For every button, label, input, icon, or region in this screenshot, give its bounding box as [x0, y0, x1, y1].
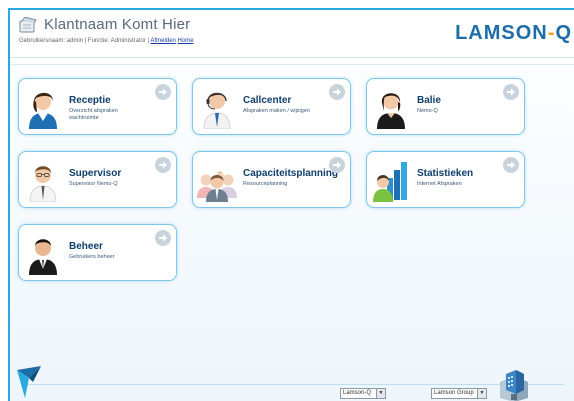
tile-balie[interactable]: Balie Nemo-Q: [366, 78, 525, 135]
logo-main: LAMSON: [455, 22, 548, 44]
logout-link[interactable]: Afmelden: [151, 38, 176, 44]
header-divider: [10, 64, 574, 65]
tile-subtitle: Internet Afspraken: [417, 181, 462, 187]
tile-subtitle: Resourceplanning: [243, 181, 288, 187]
tile-title: Capaciteitsplanning: [243, 168, 339, 179]
headset-agent-icon: [203, 92, 231, 129]
tile-subtitle: Afspraken maken / wijzigen: [243, 108, 310, 114]
group-select-value: Lamson Group: [434, 390, 474, 396]
tile-title: Supervisor: [69, 168, 122, 179]
supervisor-man-icon: [29, 166, 57, 202]
arrow-right-icon[interactable]: [329, 84, 345, 100]
tile-subtitle: Nemo-Q: [417, 108, 438, 114]
tile-title: Statistieken: [417, 168, 474, 179]
product-select-value: Lamson-Q: [343, 390, 372, 396]
arrow-right-icon[interactable]: [155, 84, 171, 100]
tile-subtitle: Gebruikers beheer: [69, 254, 115, 260]
tile-title: Beheer: [69, 241, 103, 252]
tile-capaciteitsplanning[interactable]: Capaciteitsplanning Resourceplanning: [192, 151, 351, 208]
arrow-right-icon[interactable]: [155, 230, 171, 246]
arrow-right-icon[interactable]: [503, 84, 519, 100]
tile-supervisor[interactable]: Supervisor Supervisor Nemo-Q: [18, 151, 177, 208]
app-frame: Klantnaam Komt Hier Gebruikersnaam: admi…: [8, 8, 574, 401]
tile-title: Balie: [417, 95, 441, 106]
woman-desk-icon: [377, 93, 405, 129]
group-people-icon: [197, 171, 237, 202]
tile-subtitle: Supervisor Nemo-Q: [69, 181, 118, 187]
user-info-text: Gebruikersnaam: admin | Functie: Adminis…: [19, 38, 150, 44]
header: Klantnaam Komt Hier Gebruikersnaam: admi…: [10, 10, 574, 58]
tile-statistieken[interactable]: Statistieken Internet Afspraken: [366, 151, 525, 208]
arrow-right-icon[interactable]: [329, 157, 345, 173]
notebook-icon: [19, 17, 37, 33]
tile-title: Callcenter: [243, 95, 292, 106]
tile-callcenter[interactable]: Callcenter Afspraken maken / wijzigen: [192, 78, 351, 135]
office-building-icon: [500, 370, 528, 401]
chart-person-icon: [373, 162, 407, 202]
woman-receptionist-icon: [29, 92, 57, 129]
client-title: Klantnaam Komt Hier: [44, 16, 191, 33]
lamson-logo: LAMSON-Q: [455, 22, 572, 45]
logo-q: Q: [555, 22, 572, 44]
chevron-down-icon[interactable]: ▼: [376, 389, 385, 398]
lamson-bird-icon: [17, 366, 41, 398]
tile-receptie[interactable]: Receptie Overzicht afspraken wachtruimte: [18, 78, 177, 135]
arrow-right-icon[interactable]: [503, 157, 519, 173]
tile-beheer[interactable]: Beheer Gebruikers beheer: [18, 224, 177, 281]
tile-subtitle: Overzicht afspraken wachtruimte: [69, 108, 118, 121]
footer-divider: [24, 384, 564, 385]
product-select[interactable]: Lamson-Q ▼: [340, 388, 386, 399]
user-info: Gebruikersnaam: admin | Functie: Adminis…: [19, 38, 194, 44]
group-select[interactable]: Lamson Group ▼: [431, 388, 487, 399]
admin-man-icon: [29, 239, 57, 275]
chevron-down-icon[interactable]: ▼: [477, 389, 486, 398]
home-link[interactable]: Home: [178, 38, 194, 44]
tile-title: Receptie: [69, 95, 111, 106]
arrow-right-icon[interactable]: [155, 157, 171, 173]
